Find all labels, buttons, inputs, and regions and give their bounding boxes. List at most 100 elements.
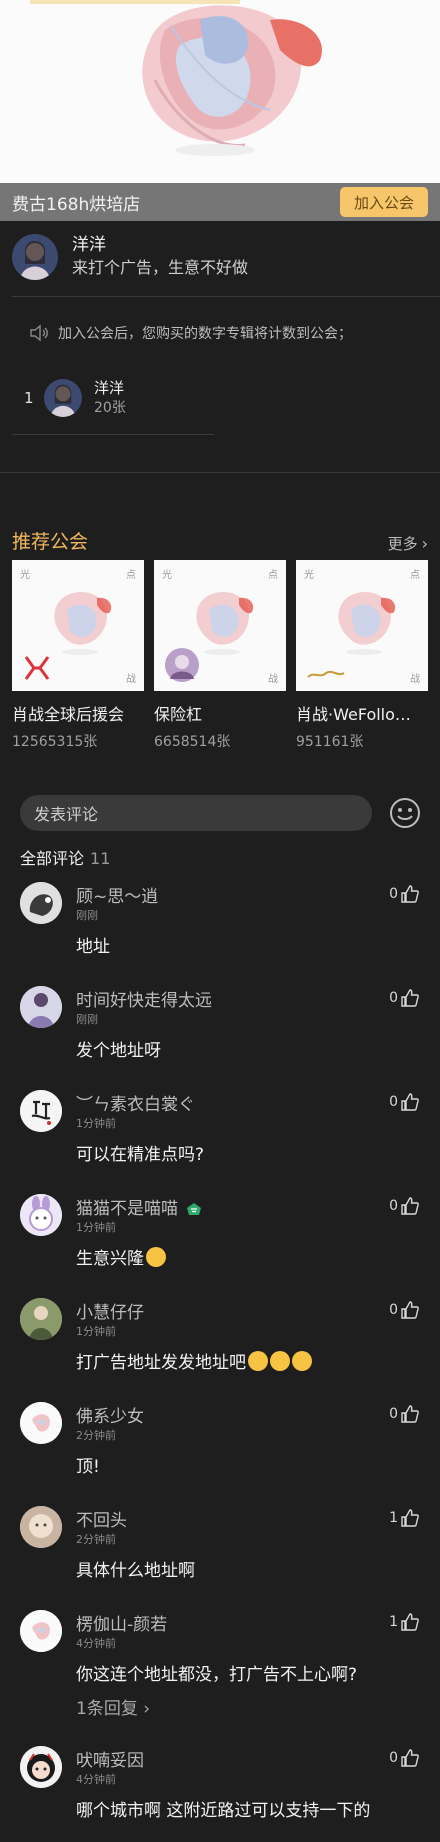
commenter-name[interactable]: 猫猫不是喵喵 — [76, 1194, 202, 1219]
like-button[interactable]: 0 — [389, 1300, 420, 1320]
like-button[interactable]: 0 — [389, 884, 420, 904]
comment-body: 可以在精准点吗? — [76, 1145, 205, 1165]
thumbs-up-icon — [401, 885, 419, 903]
comment-body: 哪个城市啊 这附近路过可以支持一下的 — [76, 1801, 371, 1821]
guild-cover-image — [0, 0, 440, 183]
chevron-right-icon: › — [421, 534, 428, 553]
guild-card[interactable]: 光 点 战 保险杠 6658514张 — [154, 560, 286, 751]
guild-card-name: 保险杠 — [154, 705, 203, 724]
guild-card[interactable]: 光 点 战 肖战全球后援会 12565315张 — [12, 560, 144, 751]
more-label: 更多 — [387, 535, 418, 553]
laugh-emoji-icon — [292, 1351, 312, 1371]
vip-badge-icon — [187, 1203, 201, 1215]
replies-label: 1条回复 — [76, 1699, 138, 1719]
emoji-icon[interactable] — [389, 797, 421, 829]
like-count: 1 — [389, 1510, 398, 1526]
replies-link[interactable]: 1条回复 › — [76, 1694, 150, 1719]
comment-time: 1分钟前 — [76, 1221, 116, 1234]
speaker-icon — [30, 324, 48, 342]
guild-card-image: 光 点 战 — [154, 560, 286, 691]
commenter-name[interactable]: 小慧仔仔 — [76, 1298, 144, 1323]
like-button[interactable]: 1 — [389, 1612, 420, 1632]
like-button[interactable]: 0 — [389, 1748, 420, 1768]
comment-body: 地址 — [76, 937, 110, 957]
like-count: 0 — [389, 1406, 398, 1422]
brand-logo-icon — [24, 656, 50, 680]
rank-count: 20张 — [94, 400, 126, 416]
owner-name: 洋洋 — [72, 235, 106, 255]
commenter-avatar[interactable] — [20, 1610, 62, 1652]
guild-card-image: 光 点 战 — [12, 560, 144, 691]
comment-time: 1分钟前 — [76, 1117, 116, 1130]
commenter-avatar[interactable] — [20, 1506, 62, 1548]
rank-index: 1 — [24, 389, 34, 407]
commenter-name[interactable]: 时间好快走得太远 — [76, 986, 212, 1011]
more-link[interactable]: 更多 › — [388, 533, 428, 554]
commenter-avatar[interactable] — [20, 1402, 62, 1444]
owner-avatar[interactable] — [12, 234, 58, 280]
commenter-avatar[interactable] — [20, 1090, 62, 1132]
rank-avatar[interactable] — [44, 379, 82, 417]
comment-time: 刚刚 — [76, 909, 98, 922]
comment-body-row: 生意兴隆 — [76, 1244, 166, 1269]
laugh-emoji-icon — [248, 1351, 268, 1371]
guild-avatar-icon — [165, 648, 199, 682]
commenter-name[interactable]: 不回头 — [76, 1506, 127, 1531]
comment-time: 1分钟前 — [76, 1325, 116, 1338]
like-button[interactable]: 0 — [389, 988, 420, 1008]
like-count: 0 — [389, 1198, 398, 1214]
all-comments-header: 全部评论 11 — [20, 845, 110, 869]
commenter-name[interactable]: 顾~思～逍 — [76, 882, 158, 907]
guild-card-count: 6658514张 — [154, 734, 231, 750]
guild-notice: 加入公会后，您购买的数字专辑将计数到公会； — [28, 323, 352, 343]
like-button[interactable]: 1 — [389, 1508, 420, 1528]
commenter-name[interactable]: 楞伽山-颜若 — [76, 1610, 167, 1635]
chevron-right-icon: › — [137, 1699, 151, 1719]
comment-body: 生意兴隆 — [76, 1249, 144, 1269]
commenter-avatar[interactable] — [20, 1298, 62, 1340]
commenter-avatar[interactable] — [20, 882, 62, 924]
comment-body: 你这连个地址都没，打广告不上心啊? — [76, 1665, 358, 1685]
divider — [0, 472, 440, 473]
commenter-name-text: 猫猫不是喵喵 — [76, 1199, 178, 1219]
guild-logo-icon — [307, 670, 345, 678]
guild-card-name: 肖战全球后援会 — [12, 705, 125, 724]
like-button[interactable]: 0 — [389, 1196, 420, 1216]
guild-card[interactable]: 光 点 战 肖战·WeFollo… 951161张 — [296, 560, 428, 751]
commenter-avatar[interactable] — [20, 986, 62, 1028]
commenter-avatar[interactable] — [20, 1746, 62, 1788]
comment-body: 发个地址呀 — [76, 1041, 161, 1061]
commenter-avatar[interactable] — [20, 1194, 62, 1236]
thumbs-up-icon — [401, 1509, 419, 1527]
all-comments-count: 11 — [90, 849, 111, 868]
all-comments-label: 全部评论 — [20, 849, 85, 868]
notice-text: 加入公会后，您购买的数字专辑将计数到公会； — [58, 326, 352, 342]
rank-item[interactable]: 1 洋洋 20张 — [24, 378, 126, 418]
guild-card-image: 光 点 战 — [296, 560, 428, 691]
like-button[interactable]: 0 — [389, 1404, 420, 1424]
commenter-name[interactable]: 吠喃妥因 — [76, 1746, 144, 1771]
comment-time: 2分钟前 — [76, 1429, 116, 1442]
thumbs-up-icon — [401, 989, 419, 1007]
recommend-title: 推荐公会 — [12, 531, 89, 553]
comment-body-row: 打广告地址发发地址吧 — [76, 1348, 312, 1373]
like-count: 0 — [389, 1302, 398, 1318]
comment-body: 打广告地址发发地址吧 — [76, 1353, 246, 1373]
commenter-name[interactable]: 佛系少女 — [76, 1402, 144, 1427]
thumbs-up-icon — [401, 1093, 419, 1111]
guild-header-bar: 费古168h烘培店 加入公会 — [0, 183, 440, 221]
thumbs-up-icon — [401, 1197, 419, 1215]
kiss-emoji-icon — [146, 1247, 166, 1267]
like-count: 0 — [389, 886, 398, 902]
comment-time: 2分钟前 — [76, 1533, 116, 1546]
comment-body: 具体什么地址啊 — [76, 1561, 195, 1581]
guild-owner[interactable]: 洋洋 来打个广告，生意不好做 — [12, 234, 248, 280]
like-button[interactable]: 0 — [389, 1092, 420, 1112]
comment-input[interactable]: 发表评论 — [20, 795, 372, 831]
commenter-name[interactable]: ︶ㄣ素衣白裳ぐ — [76, 1090, 195, 1115]
guild-card-count: 951161张 — [296, 734, 364, 750]
owner-message: 来打个广告，生意不好做 — [72, 258, 249, 277]
guild-name: 费古168h烘培店 — [12, 194, 141, 215]
comment-time: 4分钟前 — [76, 1637, 116, 1650]
join-guild-button[interactable]: 加入公会 — [340, 187, 428, 217]
